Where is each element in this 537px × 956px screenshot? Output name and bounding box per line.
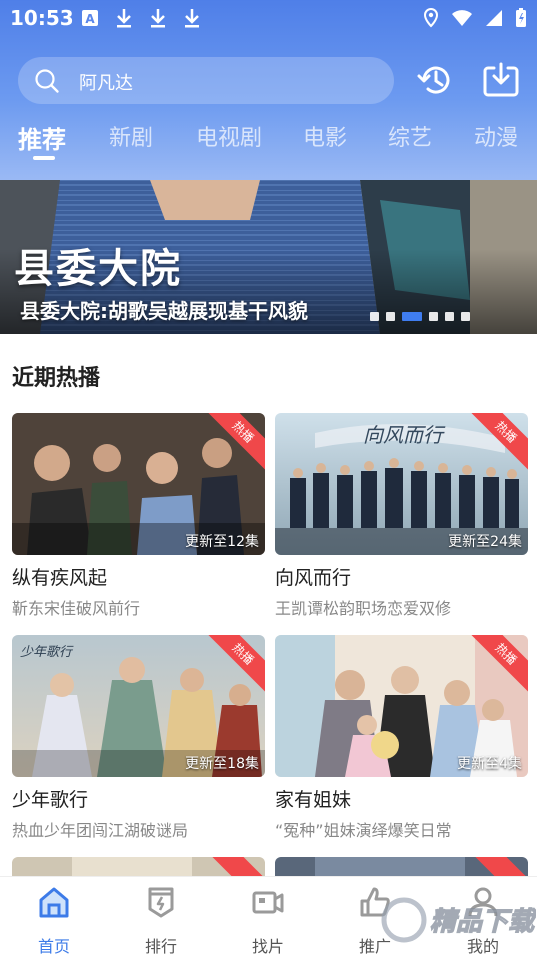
poster-title-text: 少年歌行 xyxy=(20,645,73,660)
drama-title[interactable]: 向风而行 xyxy=(275,563,528,590)
carousel-dot[interactable] xyxy=(461,312,470,321)
watermark-logo: 精品下载 xyxy=(378,888,537,950)
episode-status: 更新至18集 xyxy=(185,756,259,772)
tab-recommend[interactable]: 推荐 xyxy=(18,120,66,155)
download-notification-icon xyxy=(148,8,168,28)
status-bar: 10:53 A xyxy=(0,0,537,38)
history-button[interactable] xyxy=(416,60,456,100)
location-icon xyxy=(423,7,439,32)
drama-poster-partial[interactable] xyxy=(275,857,528,877)
tab-new-drama[interactable]: 新剧 xyxy=(109,120,153,152)
video-camera-icon xyxy=(252,891,284,914)
carousel-dot[interactable] xyxy=(370,312,379,321)
wifi-icon xyxy=(451,9,473,31)
drama-title[interactable]: 少年歌行 xyxy=(12,785,265,812)
tab-movie[interactable]: 电影 xyxy=(303,120,347,152)
carousel-dot[interactable] xyxy=(429,312,438,321)
nav-find[interactable]: 找片 xyxy=(228,885,308,956)
nav-home[interactable]: 首页 xyxy=(14,885,94,956)
drama-description: 靳东宋佳破风前行 xyxy=(12,599,141,618)
banner-carousel[interactable]: 县委大院 县委大院:胡歌吴越展现基干风貌 xyxy=(0,180,537,334)
drama-card[interactable]: 热播 更新至12集 纵有疾风起 靳东宋佳破风前行 xyxy=(12,413,265,619)
drama-poster[interactable]: 少年歌行 热播 更新至18集 xyxy=(12,635,265,777)
tab-anime[interactable]: 动漫 xyxy=(474,120,518,152)
drama-poster[interactable]: 热播 更新至12集 xyxy=(12,413,265,555)
drama-poster[interactable]: 向风而行 热播 更新至24集 xyxy=(275,413,528,555)
carousel-dot[interactable] xyxy=(386,312,395,321)
drama-card[interactable]: 少年歌行 热播 更新至18集 少年歌行 热血少年团闯江湖破谜局 xyxy=(12,635,265,841)
drama-poster-partial[interactable] xyxy=(12,857,265,877)
banner-subtitle: 县委大院:胡歌吴越展现基干风貌 xyxy=(20,299,308,323)
section-title: 近期热播 xyxy=(12,366,101,391)
drama-description: 热血少年团闯江湖破谜局 xyxy=(12,821,189,840)
category-tabs: 推荐 新剧 电视剧 电影 综艺 动漫 xyxy=(0,120,537,164)
drama-poster[interactable]: 热播 更新至4集 xyxy=(275,635,528,777)
carousel-dots xyxy=(370,312,470,321)
status-time: 10:53 xyxy=(10,6,74,30)
poster-title-text: 向风而行 xyxy=(363,423,443,447)
watermark-text: 精品下载 xyxy=(430,907,536,937)
search-icon xyxy=(34,68,60,98)
banner-title: 县委大院 xyxy=(14,246,182,292)
signal-icon xyxy=(485,9,503,31)
ranking-icon xyxy=(148,887,174,918)
drama-description: 王凯谭松韵职场恋爱双修 xyxy=(275,599,452,618)
episode-status: 更新至4集 xyxy=(457,756,522,772)
history-icon xyxy=(417,66,450,94)
carousel-dot[interactable] xyxy=(445,312,454,321)
episode-status: 更新至24集 xyxy=(448,534,522,550)
nav-label: 首页 xyxy=(37,937,70,956)
nav-label: 排行 xyxy=(144,937,177,956)
battery-icon xyxy=(515,8,527,32)
nav-ranking[interactable]: 排行 xyxy=(121,885,201,956)
home-icon xyxy=(39,887,69,918)
drama-description: “冤种”姐妹演绎爆笑日常 xyxy=(275,821,452,840)
drama-title[interactable]: 纵有疾风起 xyxy=(12,563,265,590)
episode-status: 更新至12集 xyxy=(185,534,259,550)
download-button[interactable] xyxy=(481,60,521,100)
drama-title[interactable]: 家有姐妹 xyxy=(275,785,528,812)
notification-a-icon: A xyxy=(80,8,100,28)
download-notification-icon xyxy=(182,8,202,28)
tab-tv-series[interactable]: 电视剧 xyxy=(196,120,262,152)
tab-variety[interactable]: 综艺 xyxy=(388,120,432,152)
drama-card[interactable]: 热播 更新至4集 家有姐妹 “冤种”姐妹演绎爆笑日常 xyxy=(275,635,528,841)
tab-indicator xyxy=(33,156,55,160)
carousel-dot-active[interactable] xyxy=(402,312,422,321)
search-input[interactable]: 阿凡达 xyxy=(18,57,394,104)
search-placeholder: 阿凡达 xyxy=(79,73,133,94)
download-notification-icon xyxy=(114,8,134,28)
drama-card[interactable]: 向风而行 热播 更新至24集 向风而行 王凯谭松韵职场恋爱双修 xyxy=(275,413,528,619)
download-icon xyxy=(483,62,519,97)
nav-label: 找片 xyxy=(251,937,284,956)
svg-text:A: A xyxy=(85,12,95,26)
